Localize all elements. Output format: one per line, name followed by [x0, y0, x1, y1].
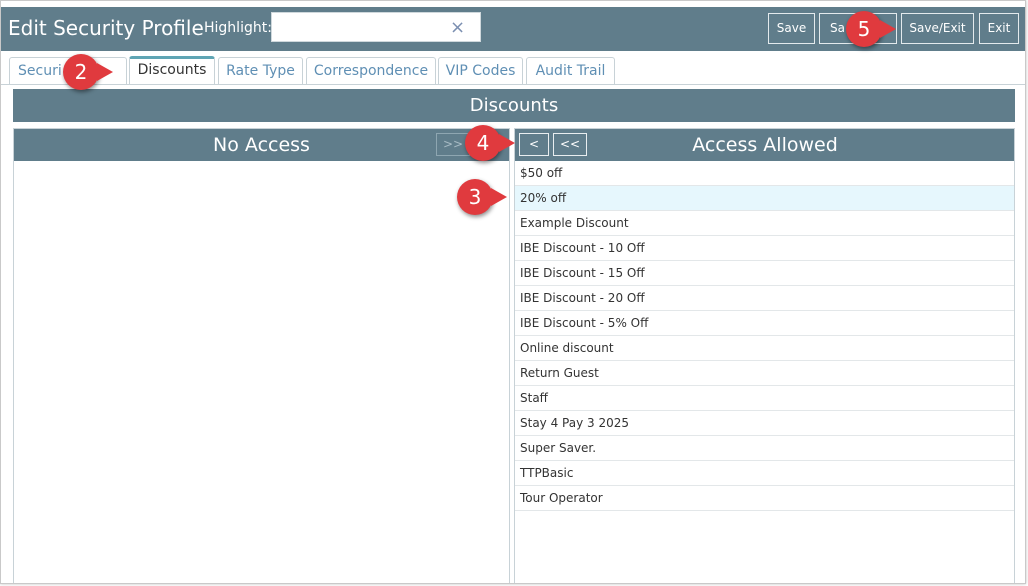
page-title: Edit Security Profile: [8, 16, 204, 40]
list-item[interactable]: Tour Operator: [515, 486, 1014, 511]
callout-marker: 5: [846, 11, 896, 47]
list-item[interactable]: IBE Discount - 20 Off: [515, 286, 1014, 311]
list-item[interactable]: $50 off: [515, 161, 1014, 186]
list-item[interactable]: Staff: [515, 386, 1014, 411]
no-access-panel: No Access >>: [13, 128, 510, 583]
tab-discounts[interactable]: Discounts: [129, 56, 215, 84]
tab-audit-trail[interactable]: Audit Trail: [526, 57, 615, 84]
tab-rate-type[interactable]: Rate Type: [218, 57, 303, 84]
access-allowed-header: < << Access Allowed: [515, 129, 1014, 161]
list-item[interactable]: Online discount: [515, 336, 1014, 361]
list-item[interactable]: IBE Discount - 10 Off: [515, 236, 1014, 261]
save-exit-button[interactable]: Save/Exit: [901, 13, 974, 44]
exit-button[interactable]: Exit: [979, 13, 1019, 44]
callout-marker: 3: [457, 179, 507, 215]
list-item[interactable]: Return Guest: [515, 361, 1014, 386]
tab-vip-codes[interactable]: VIP Codes: [438, 57, 523, 84]
list-item[interactable]: Example Discount: [515, 211, 1014, 236]
list-item[interactable]: 20% off: [515, 186, 1014, 211]
highlight-label: Highlight:: [204, 20, 272, 36]
callout-marker: 4: [465, 125, 515, 161]
access-allowed-title: Access Allowed: [692, 134, 838, 156]
access-allowed-panel: < << Access Allowed $50 off 20% off Exampl…: [514, 128, 1015, 583]
list-item[interactable]: Stay 4 Pay 3 2025: [515, 411, 1014, 436]
list-item[interactable]: TTPBasic: [515, 461, 1014, 486]
move-left-button[interactable]: <: [519, 133, 549, 156]
no-access-title: No Access: [213, 134, 310, 156]
move-all-left-button[interactable]: <<: [553, 133, 587, 156]
save-button[interactable]: Save: [768, 13, 815, 44]
access-allowed-list: $50 off 20% off Example Discount IBE Discou…: [515, 161, 1014, 511]
list-item[interactable]: IBE Discount - 5% Off: [515, 311, 1014, 336]
app-window: Edit Security Profile Highlight: × Save …: [0, 0, 1026, 584]
tab-bar: Securi Discounts Rate Type Correspondenc…: [1, 51, 1025, 85]
list-item[interactable]: IBE Discount - 15 Off: [515, 261, 1014, 286]
list-item[interactable]: Super Saver.: [515, 436, 1014, 461]
clear-icon[interactable]: ×: [450, 19, 465, 37]
tab-correspondence[interactable]: Correspondence: [306, 57, 436, 84]
no-access-header: No Access >>: [14, 129, 509, 161]
callout-marker: 2: [63, 54, 113, 90]
section-title: Discounts: [13, 89, 1015, 122]
